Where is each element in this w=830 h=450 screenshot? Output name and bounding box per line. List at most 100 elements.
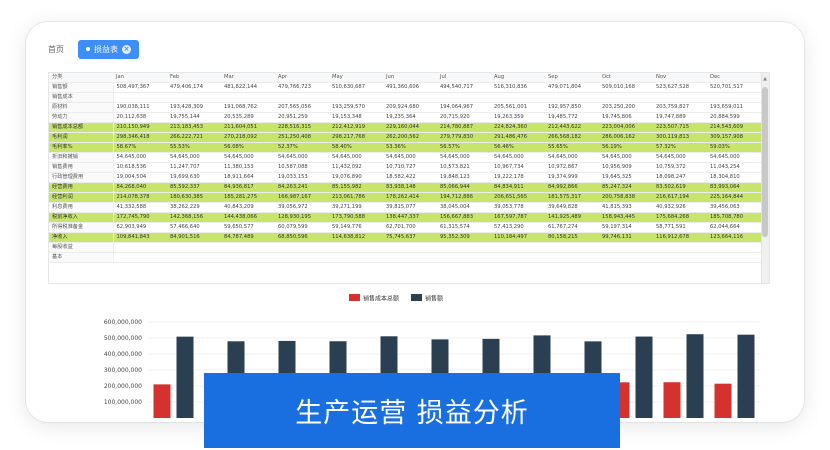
column-header-month[interactable]: Feb [167, 73, 221, 84]
table-cell[interactable] [221, 242, 275, 254]
column-header-month[interactable]: Aug [491, 73, 545, 84]
table-cell[interactable]: 83,938,148 [383, 182, 437, 194]
table-cell[interactable]: 58.67% [113, 142, 167, 154]
table-cell[interactable]: 192,957,850 [545, 102, 599, 114]
table-cell[interactable]: 54,645,000 [599, 152, 653, 164]
table-cell[interactable]: 11,432,092 [329, 162, 383, 174]
table-cell[interactable]: 216,617,194 [653, 192, 707, 204]
table-cell[interactable]: 141,925,489 [545, 212, 599, 224]
table-cell[interactable]: 56.08% [221, 142, 275, 154]
table-cell[interactable]: 39,271,199 [329, 202, 383, 214]
table-cell[interactable] [437, 252, 491, 264]
table-cell[interactable] [167, 252, 221, 264]
table-cell[interactable] [653, 92, 707, 104]
table-cell[interactable]: 279,779,830 [437, 132, 491, 144]
table-cell[interactable]: 291,486,476 [491, 132, 545, 144]
table-cell[interactable]: 19,374,999 [545, 172, 599, 184]
table-cell[interactable]: 224,824,360 [491, 122, 545, 134]
table-cell[interactable]: 194,712,886 [437, 192, 491, 204]
table-row[interactable]: 毛利润 298,346,418 266,222,721 270,218,092 251,… [49, 132, 761, 144]
table-cell[interactable]: 20,715,920 [437, 112, 491, 124]
table-cell[interactable]: 510,630,687 [329, 82, 383, 94]
table-cell[interactable]: 38,262,229 [167, 202, 221, 214]
column-header-month[interactable]: Apr [275, 73, 329, 84]
table-cell[interactable] [329, 242, 383, 254]
table-cell[interactable]: 39,053,778 [491, 202, 545, 214]
table-cell[interactable]: 213,061,786 [329, 192, 383, 204]
table-cell[interactable]: 266,222,721 [167, 132, 221, 144]
table-row[interactable]: 每股收益 [49, 242, 761, 254]
table-row[interactable]: 利息费用 41,332,588 38,262,229 40,843,209 39,056… [49, 202, 761, 214]
table-cell[interactable]: 214,543,609 [707, 122, 761, 134]
scrollbar-thumb[interactable] [762, 87, 768, 237]
table-row[interactable]: 基本 [49, 252, 761, 264]
table-cell[interactable]: 53.36% [383, 142, 437, 154]
table-cell[interactable] [383, 242, 437, 254]
table-cell[interactable]: 10,573,821 [437, 162, 491, 174]
table-row[interactable]: 原材料 190,038,111 193,428,309 191,068,762 207,… [49, 102, 761, 114]
table-cell[interactable]: 56.46% [491, 142, 545, 154]
table-cell[interactable]: 180,630,385 [167, 192, 221, 204]
column-header-month[interactable]: Mar [221, 73, 275, 84]
table-cell[interactable]: 229,160,044 [383, 122, 437, 134]
table-cell[interactable]: 59,650,577 [221, 222, 275, 234]
table-cell[interactable]: 298,217,768 [329, 132, 383, 144]
column-header-month[interactable]: Oct [599, 73, 653, 84]
table-cell[interactable]: 203,759,827 [653, 102, 707, 114]
table-cell[interactable] [599, 252, 653, 264]
table-cell[interactable]: 123,664,116 [707, 232, 761, 244]
tab-home[interactable]: 首页 [42, 40, 70, 59]
table-cell[interactable]: 84,834,911 [491, 182, 545, 194]
table-cell[interactable]: 509,010,168 [599, 82, 653, 94]
table-cell[interactable]: 19,263,359 [491, 112, 545, 124]
table-row[interactable]: 折旧和摊销 54,645,000 54,645,000 54,645,000 54,64… [49, 152, 761, 164]
table-cell[interactable]: 223,507,715 [653, 122, 707, 134]
table-cell[interactable]: 158,943,445 [599, 212, 653, 224]
table-cell[interactable] [113, 92, 167, 104]
table-cell[interactable]: 85,155,982 [329, 182, 383, 194]
table-cell[interactable] [653, 252, 707, 264]
table-cell[interactable]: 523,627,528 [653, 82, 707, 94]
table-cell[interactable]: 209,924,680 [383, 102, 437, 114]
table-cell[interactable]: 190,038,111 [113, 102, 167, 114]
table-cell[interactable] [545, 242, 599, 254]
table-cell[interactable]: 57,413,290 [491, 222, 545, 234]
column-header-month[interactable]: Jul [437, 73, 491, 84]
table-cell[interactable] [275, 242, 329, 254]
table-cell[interactable]: 18,582,422 [383, 172, 437, 184]
table-row[interactable]: 销售成本 [49, 92, 761, 104]
table-cell[interactable]: 10,956,909 [599, 162, 653, 174]
table-cell[interactable]: 20,535,289 [221, 112, 275, 124]
table-cell[interactable]: 61,767,274 [545, 222, 599, 234]
table-cell[interactable]: 54,645,000 [167, 152, 221, 164]
table-cell[interactable]: 58,771,591 [653, 222, 707, 234]
table-cell[interactable]: 520,701,517 [707, 82, 761, 94]
table-cell[interactable]: 508,497,367 [113, 82, 167, 94]
table-cell[interactable]: 10,972,867 [545, 162, 599, 174]
table-cell[interactable]: 19,033,153 [275, 172, 329, 184]
column-header-month[interactable]: Sep [545, 73, 599, 84]
table-cell[interactable]: 194,064,967 [437, 102, 491, 114]
table-cell[interactable]: 20,951,259 [275, 112, 329, 124]
table-cell[interactable] [707, 242, 761, 254]
table-cell[interactable]: 18,098,247 [653, 172, 707, 184]
table-cell[interactable]: 59.03% [707, 142, 761, 154]
table-cell[interactable]: 39,649,828 [545, 202, 599, 214]
table-cell[interactable]: 39,456,063 [707, 202, 761, 214]
table-cell[interactable]: 95,352,309 [437, 232, 491, 244]
table-cell[interactable]: 300,119,813 [653, 132, 707, 144]
table-cell[interactable]: 19,745,806 [599, 112, 653, 124]
table-cell[interactable]: 54,645,000 [545, 152, 599, 164]
table-cell[interactable]: 251,250,408 [275, 132, 329, 144]
table-cell[interactable]: 85,066,944 [437, 182, 491, 194]
table-cell[interactable]: 178,262,414 [383, 192, 437, 204]
table-cell[interactable]: 38,045,004 [437, 202, 491, 214]
table-cell[interactable] [383, 92, 437, 104]
vertical-scrollbar[interactable]: ▲ [761, 73, 769, 283]
table-cell[interactable]: 193,428,309 [167, 102, 221, 114]
table-cell[interactable]: 84,268,040 [113, 182, 167, 194]
table-cell[interactable]: 223,004,006 [599, 122, 653, 134]
table-cell[interactable]: 61,315,574 [437, 222, 491, 234]
table-cell[interactable]: 19,485,772 [545, 112, 599, 124]
table-cell[interactable]: 156,667,883 [437, 212, 491, 224]
